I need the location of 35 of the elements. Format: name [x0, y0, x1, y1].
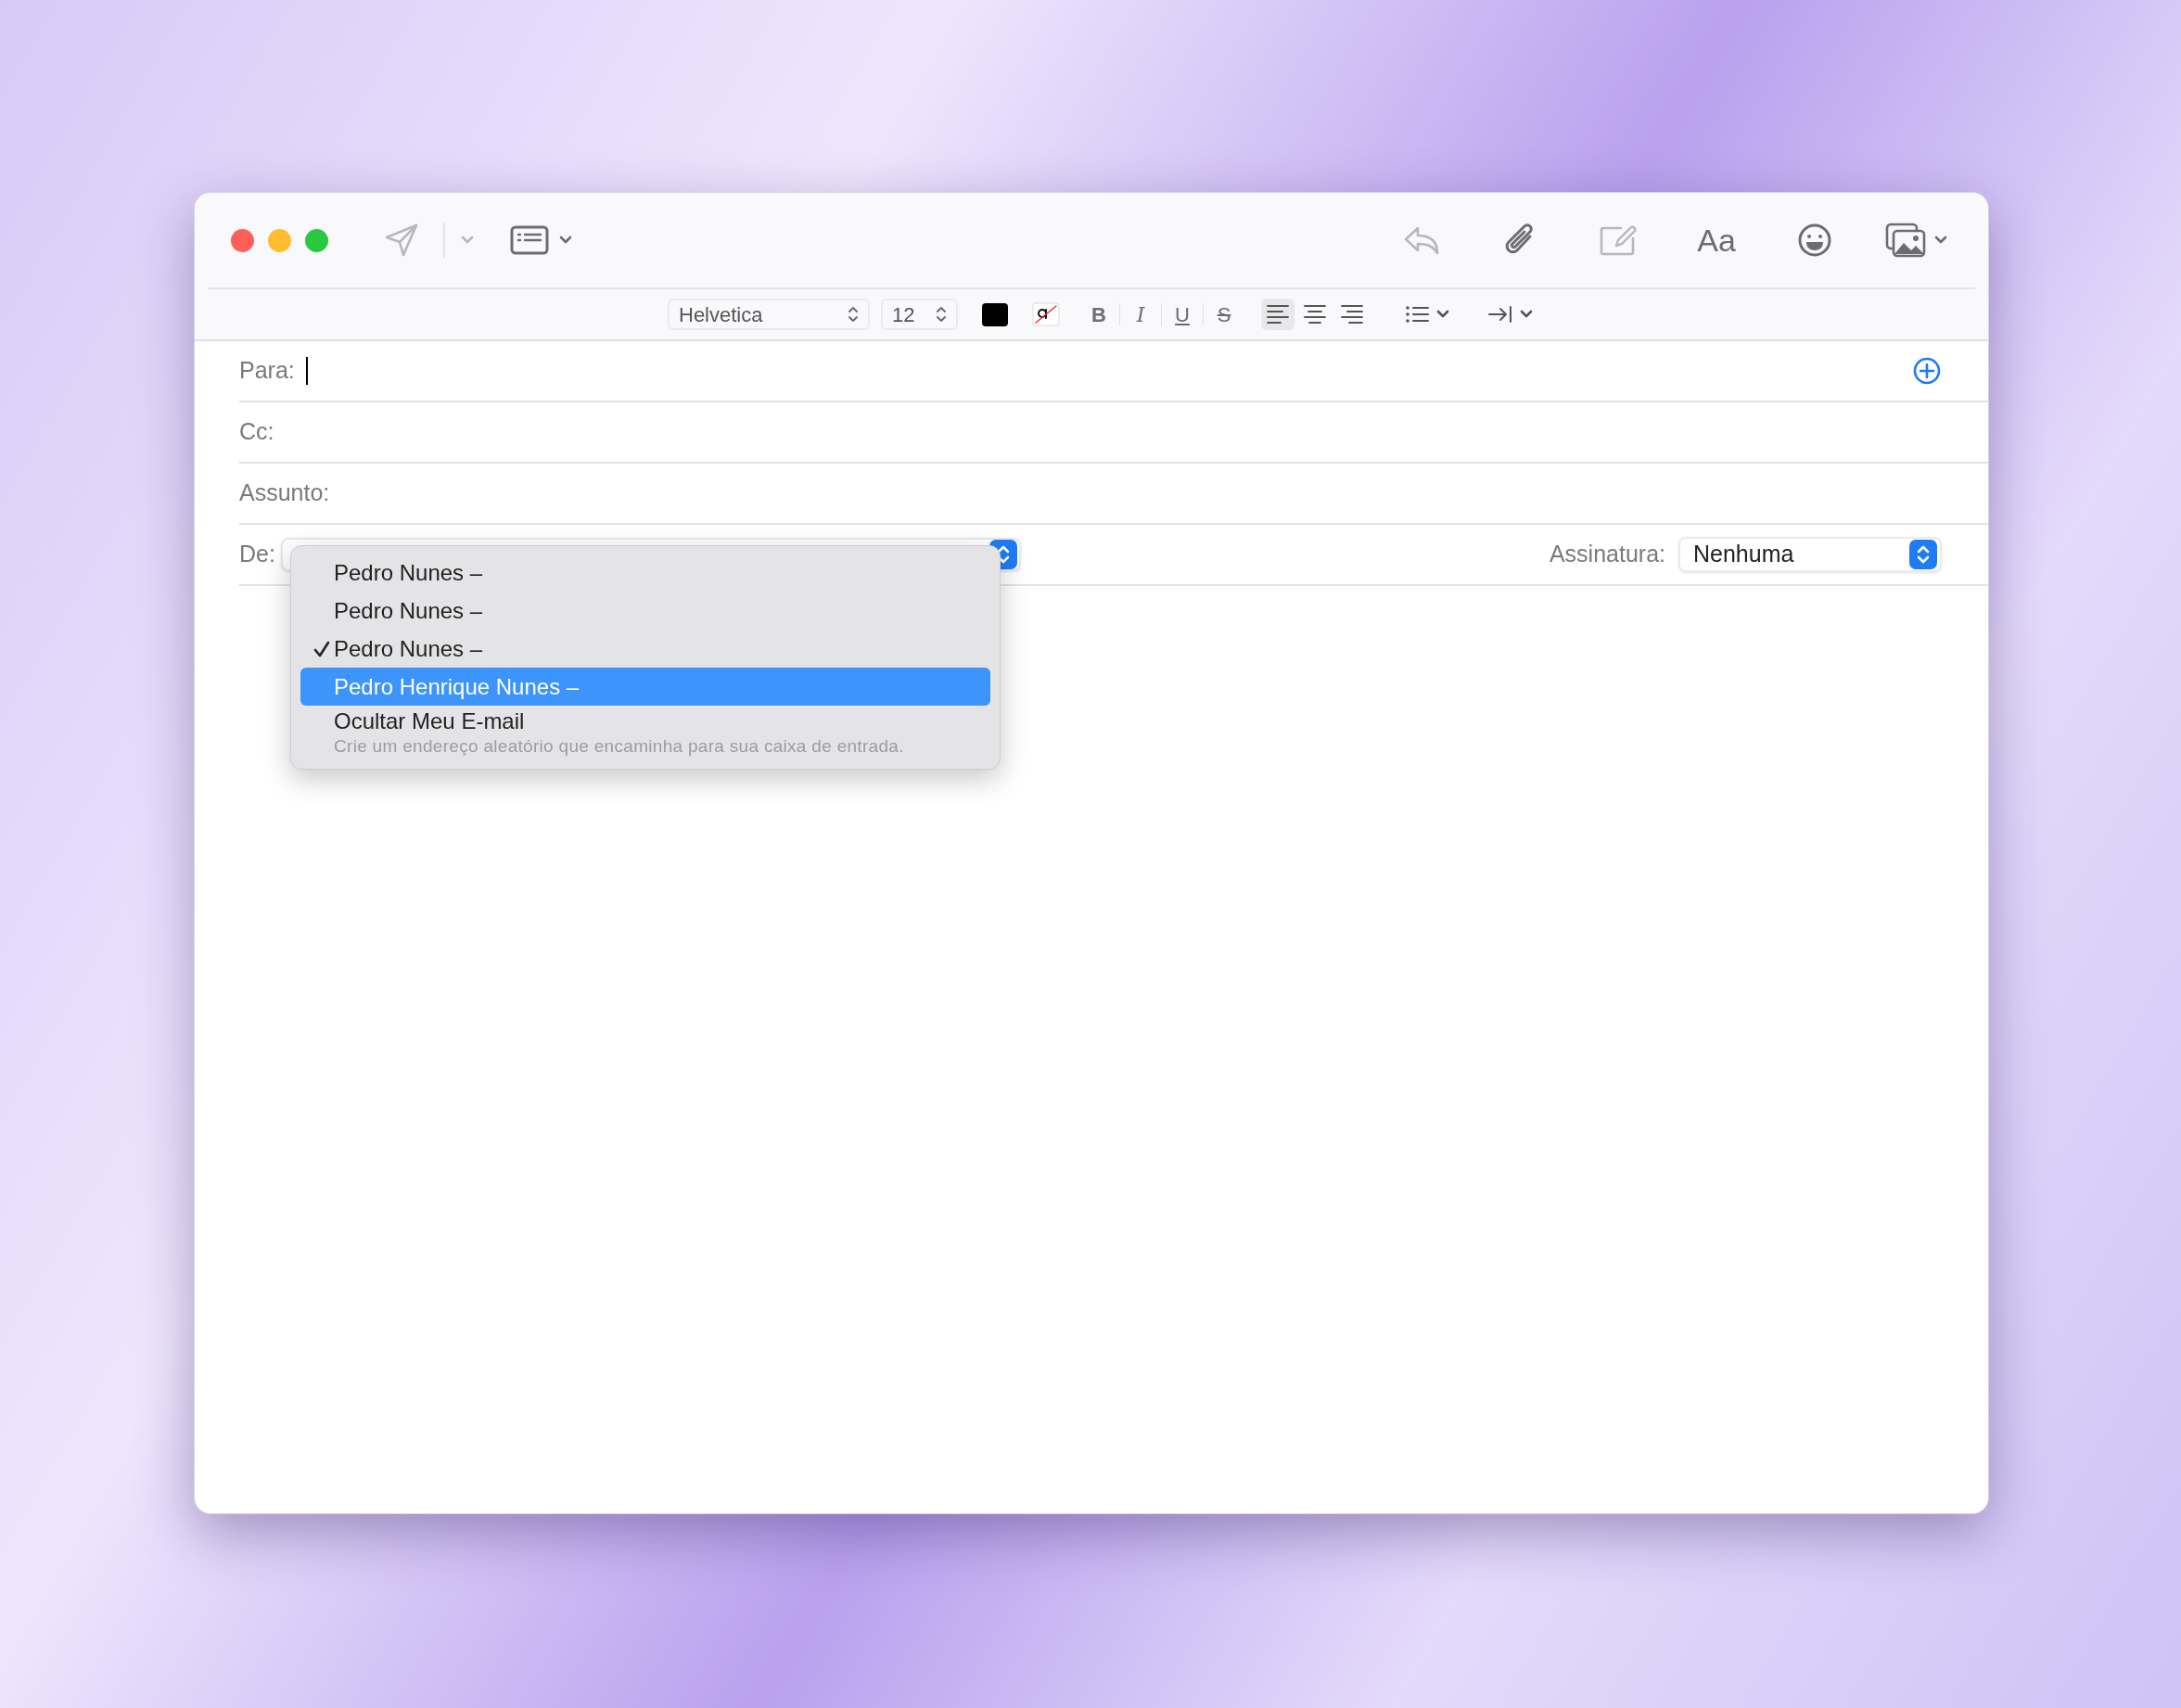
field-label: Assinatura:: [1549, 540, 1665, 569]
italic-button[interactable]: I: [1128, 299, 1154, 330]
menu-item[interactable]: Ocultar Meu E-mail Crie um endereço aleatório que encaminha para sua caixa de entrada.: [300, 706, 990, 761]
font-size-popup[interactable]: 12: [881, 299, 958, 330]
field-label: Para:: [239, 356, 295, 386]
underline-button[interactable]: U: [1169, 299, 1195, 330]
highlight-color-icon[interactable]: [1032, 302, 1060, 326]
menu-item[interactable]: Pedro Nunes –: [300, 554, 990, 592]
add-contact-icon[interactable]: [1912, 356, 1942, 386]
field-label: De:: [239, 540, 275, 569]
bold-button[interactable]: B: [1086, 299, 1112, 330]
text-color-swatch[interactable]: [982, 302, 1008, 326]
stepper-icon[interactable]: [848, 305, 859, 324]
stepper-icon[interactable]: [1909, 540, 1937, 569]
bulleted-list-icon[interactable]: [1404, 303, 1430, 325]
align-left-button[interactable]: [1261, 299, 1295, 330]
stepper-icon[interactable]: [936, 305, 947, 324]
chevron-down-icon[interactable]: [558, 235, 573, 246]
menu-item[interactable]: Pedro Nunes –: [300, 592, 990, 630]
chevron-down-icon[interactable]: [1435, 309, 1450, 320]
close-window-button[interactable]: [231, 228, 254, 252]
checkmark-icon[interactable]: [313, 640, 330, 657]
text-format-button[interactable]: Aa: [1697, 216, 1736, 264]
font-popup[interactable]: Helvetica: [668, 299, 870, 330]
list-window-icon[interactable]: [510, 225, 549, 255]
photos-icon[interactable]: [1885, 223, 1926, 258]
field-label: Assunto:: [239, 478, 330, 508]
smiley-icon[interactable]: [1797, 223, 1832, 258]
signature-popup[interactable]: Nenhuma: [1678, 537, 1942, 572]
strike-button[interactable]: S: [1211, 299, 1237, 330]
chevron-down-icon[interactable]: [1933, 235, 1948, 246]
chevron-down-icon[interactable]: [1519, 309, 1534, 320]
field-label: Cc:: [239, 417, 274, 447]
indent-icon[interactable]: [1487, 303, 1513, 325]
menu-item[interactable]: Pedro Nunes –: [300, 630, 990, 668]
